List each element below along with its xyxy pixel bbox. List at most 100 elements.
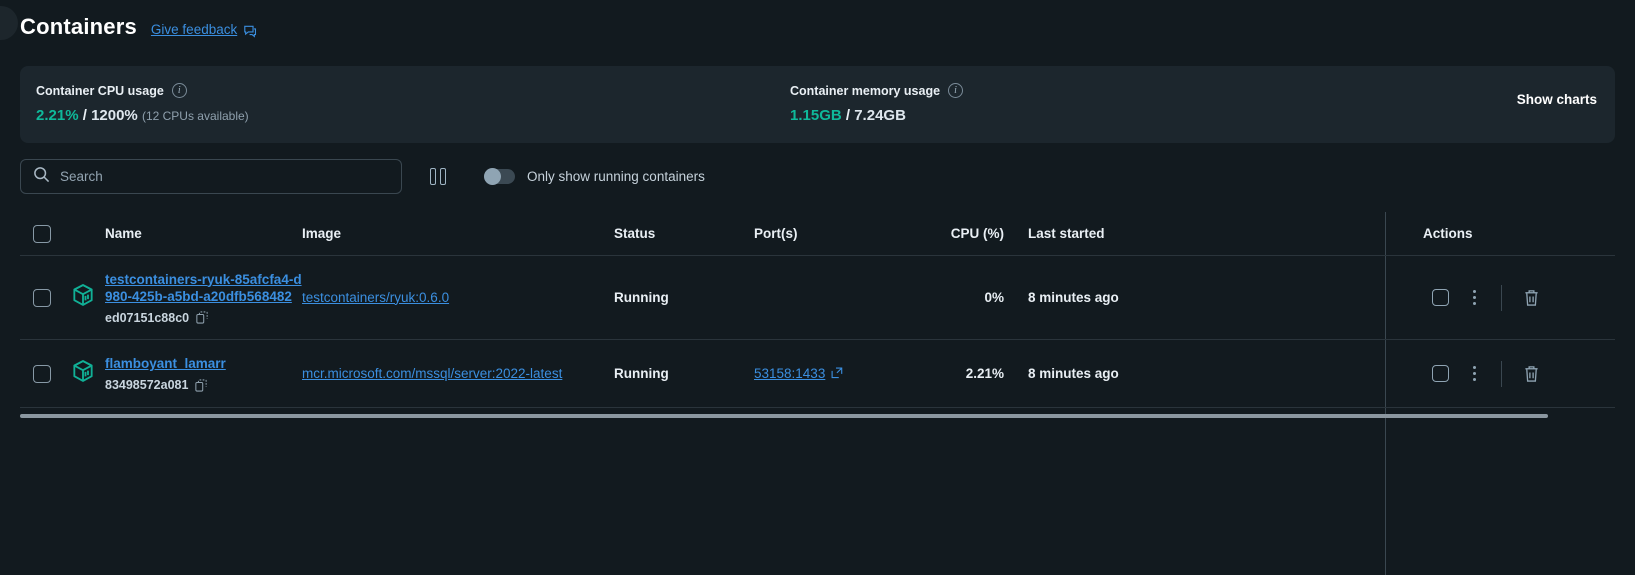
memory-total-value: 7.24GB (854, 107, 906, 124)
containers-page: Containers Give feedback Container CPU u… (0, 0, 1635, 575)
port-label: 53158:1433 (754, 365, 826, 381)
row-image-cell: testcontainers/ryuk:0.6.0 (302, 289, 614, 307)
column-header-ports[interactable]: Port(s) (754, 226, 934, 241)
image-link[interactable]: mcr.microsoft.com/mssql/server:2022-late… (302, 366, 562, 381)
more-actions-button[interactable] (1457, 366, 1491, 381)
search-icon (33, 166, 50, 188)
cpu-usage-value: 2.21% / 1200% (12 CPUs available) (36, 107, 249, 124)
container-cube-icon (70, 360, 96, 388)
cpu-usage-label: Container CPU usage (36, 83, 164, 98)
last-started-value: 8 minutes ago (1028, 365, 1119, 381)
container-cube-icon (70, 284, 96, 312)
more-actions-button[interactable] (1457, 290, 1491, 305)
copy-icon[interactable] (195, 378, 208, 392)
only-running-toggle[interactable]: Only show running containers (484, 168, 705, 185)
trash-icon (1523, 364, 1540, 383)
search-box[interactable] (20, 159, 402, 194)
container-id: 83498572a081 (105, 378, 189, 392)
row-status-cell: Running (614, 365, 754, 383)
external-link-icon (831, 367, 843, 379)
copy-icon[interactable] (196, 311, 208, 324)
row-icon-cell (70, 358, 105, 389)
delete-container-button[interactable] (1514, 288, 1548, 307)
kebab-menu-icon (1472, 290, 1476, 305)
show-charts-button[interactable]: Show charts (1517, 92, 1597, 107)
row-name-cell: testcontainers-ryuk-85afcfa4-d980-425b-a… (105, 271, 302, 325)
port-link[interactable]: 53158:1433 (754, 366, 843, 381)
page-title: Containers (20, 14, 137, 39)
row-cpu-cell: 0% (934, 289, 1004, 307)
row-select-cell (20, 288, 70, 307)
row-cpu-cell: 2.21% (934, 365, 1004, 383)
select-all-checkbox[interactable] (33, 224, 51, 243)
container-id-row: 83498572a081 (105, 378, 302, 392)
actions-inner-divider (1501, 360, 1502, 387)
column-header-last-started[interactable]: Last started (1004, 226, 1409, 241)
toggle-track[interactable] (484, 168, 515, 185)
stop-square-icon (1431, 289, 1449, 306)
speech-bubble-icon (243, 25, 257, 38)
actions-inner-divider (1501, 284, 1502, 311)
row-last-started-cell: 8 minutes ago (1004, 365, 1409, 383)
container-name-link[interactable]: flamboyant_lamarr (105, 355, 226, 372)
memory-usage-label: Container memory usage (790, 83, 941, 98)
toggle-knob (484, 168, 501, 185)
memory-usage-stat: Container memory usage i 1.15GB / 7.24GB (790, 83, 964, 124)
resource-usage-bar: Container CPU usage i 2.21% / 1200% (12 … (20, 66, 1615, 143)
table-row[interactable]: flamboyant_lamarr 83498572a081 mcr.micro… (20, 340, 1615, 408)
containers-table: Name Image Status Port(s) CPU (%) Last s… (20, 212, 1615, 408)
stop-container-button[interactable] (1423, 365, 1457, 382)
row-ports-cell: 53158:1433 (754, 365, 934, 383)
kebab-menu-icon (1472, 366, 1476, 381)
row-image-cell: mcr.microsoft.com/mssql/server:2022-late… (302, 365, 614, 383)
only-running-label: Only show running containers (527, 169, 705, 184)
row-actions-cell (1409, 284, 1609, 311)
row-select-cell (20, 364, 70, 383)
column-header-status[interactable]: Status (614, 226, 754, 241)
row-last-started-cell: 8 minutes ago (1004, 289, 1409, 307)
column-header-name[interactable]: Name (105, 226, 302, 241)
give-feedback-link[interactable]: Give feedback (151, 22, 257, 38)
delete-container-button[interactable] (1514, 364, 1548, 383)
last-started-value: 8 minutes ago (1028, 289, 1119, 305)
row-checkbox[interactable] (33, 364, 51, 383)
container-id-row: ed07151c88c0 (105, 311, 302, 325)
row-status-cell: Running (614, 289, 754, 307)
container-name-link[interactable]: testcontainers-ryuk-85afcfa4-d980-425b-a… (105, 271, 302, 305)
row-actions-cell (1409, 360, 1609, 387)
status-text: Running (614, 365, 669, 381)
cpu-available-note: (12 CPUs available) (141, 109, 249, 123)
stop-square-icon (1431, 365, 1449, 382)
row-ports-cell (754, 289, 934, 307)
stop-container-button[interactable] (1423, 289, 1457, 306)
container-id: ed07151c88c0 (105, 310, 190, 325)
cpu-value-separator: / (82, 107, 87, 124)
column-header-image[interactable]: Image (302, 226, 614, 241)
table-row[interactable]: testcontainers-ryuk-85afcfa4-d980-425b-a… (20, 256, 1615, 340)
page-header: Containers Give feedback (20, 14, 257, 40)
cpu-info-icon[interactable]: i (171, 83, 187, 98)
column-header-actions: Actions (1423, 226, 1473, 241)
cpu-total-value: 1200% (91, 107, 138, 124)
memory-used-value: 1.15GB (790, 107, 842, 124)
memory-info-icon[interactable]: i (948, 83, 964, 98)
cpu-value: 2.21% (965, 365, 1004, 381)
table-header-row: Name Image Status Port(s) CPU (%) Last s… (20, 212, 1615, 256)
cpu-usage-stat: Container CPU usage i 2.21% / 1200% (12 … (36, 83, 249, 124)
cpu-value: 0% (984, 289, 1004, 305)
row-icon-cell (70, 282, 105, 313)
sidebar-edge-decoration (0, 6, 18, 40)
cpu-used-value: 2.21% (36, 107, 79, 124)
row-checkbox[interactable] (33, 288, 51, 307)
horizontal-scrollbar[interactable] (20, 414, 1548, 418)
image-link[interactable]: testcontainers/ryuk:0.6.0 (302, 290, 449, 305)
status-text: Running (614, 289, 669, 305)
memory-value-separator: / (845, 107, 851, 124)
memory-usage-value: 1.15GB / 7.24GB (790, 107, 963, 124)
search-input[interactable] (60, 169, 389, 184)
trash-icon (1523, 288, 1540, 307)
row-name-cell: flamboyant_lamarr 83498572a081 (105, 355, 302, 392)
column-header-cpu[interactable]: CPU (%) (934, 226, 1004, 241)
pause-icon[interactable] (426, 164, 450, 189)
select-all-cell (20, 224, 70, 243)
